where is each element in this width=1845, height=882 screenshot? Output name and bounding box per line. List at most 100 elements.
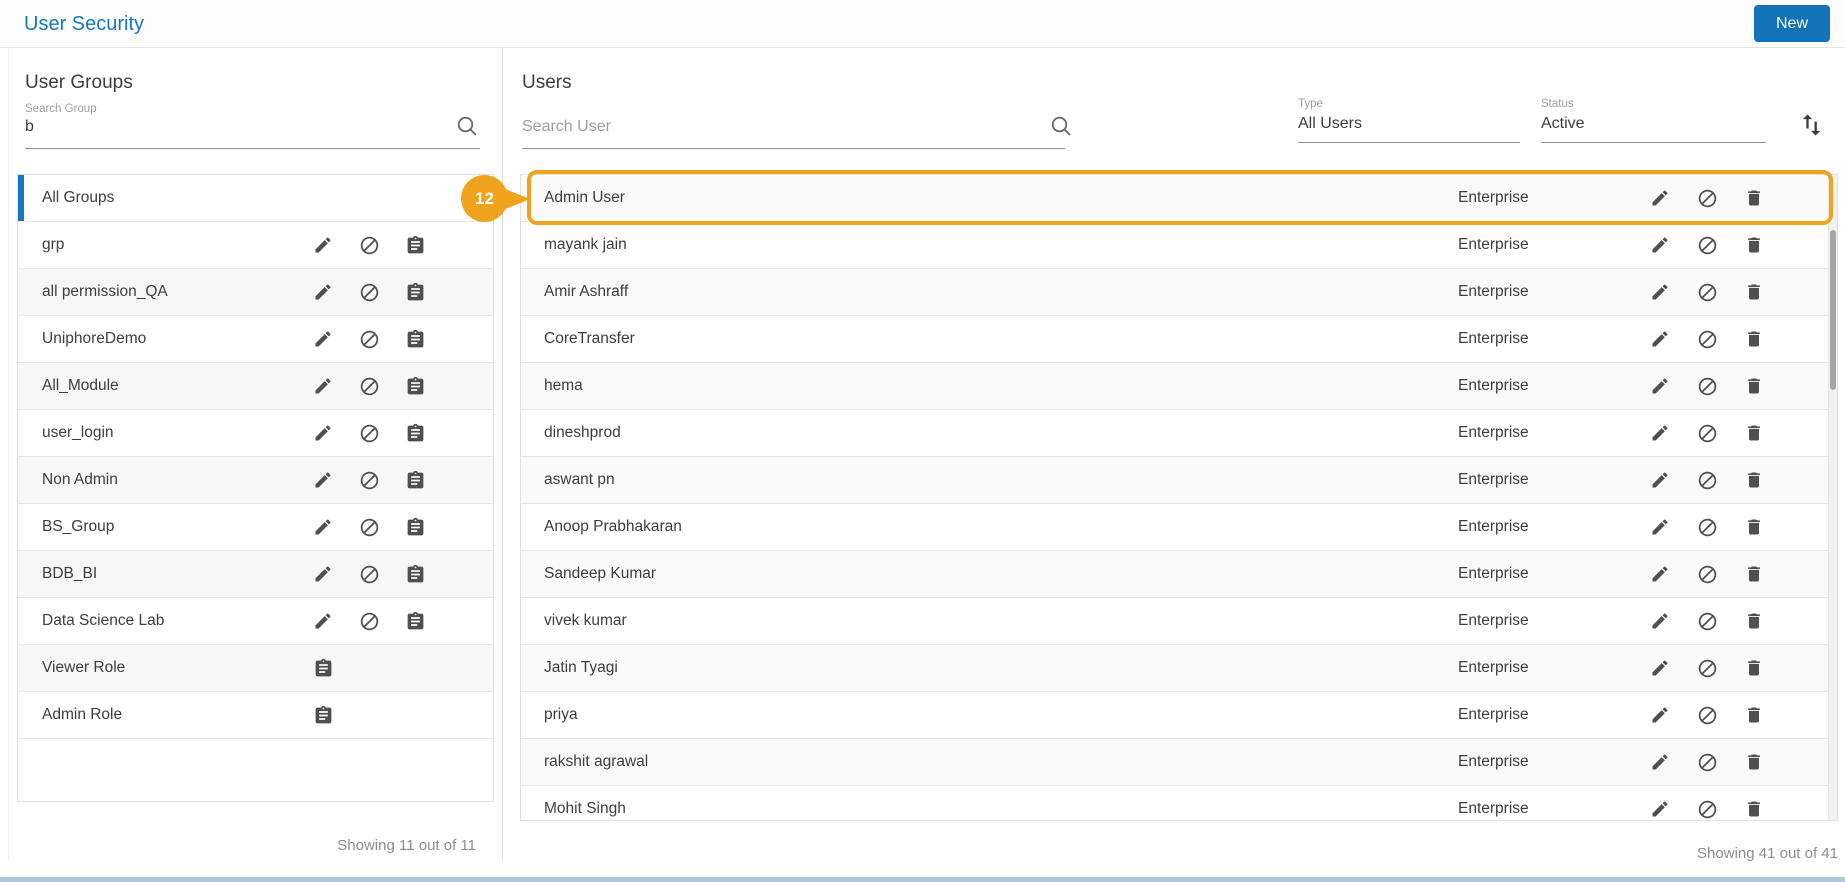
search-icon[interactable] <box>454 114 480 140</box>
group-row[interactable]: BDB_BI <box>18 551 493 598</box>
edit-user-button[interactable] <box>1650 564 1670 584</box>
delete-user-button[interactable] <box>1744 329 1764 349</box>
delete-user-button[interactable] <box>1744 470 1764 490</box>
edit-group-button[interactable] <box>313 235 333 255</box>
user-row[interactable]: Mohit Singh Enterprise <box>521 786 1837 820</box>
group-permissions-button[interactable] <box>405 235 425 255</box>
block-user-button[interactable] <box>1697 799 1717 819</box>
user-row[interactable]: dineshprod Enterprise <box>521 410 1837 457</box>
block-user-button[interactable] <box>1697 752 1717 772</box>
block-group-button[interactable] <box>359 470 379 490</box>
group-row[interactable]: UniphoreDemo <box>18 316 493 363</box>
user-row[interactable]: rakshit agrawal Enterprise <box>521 739 1837 786</box>
group-permissions-button[interactable] <box>313 705 333 725</box>
block-user-button[interactable] <box>1697 282 1717 302</box>
status-filter-dropdown[interactable]: Status Active <box>1541 98 1766 143</box>
block-group-button[interactable] <box>359 564 379 584</box>
user-row[interactable]: CoreTransfer Enterprise <box>521 316 1837 363</box>
user-row[interactable]: Sandeep Kumar Enterprise <box>521 551 1837 598</box>
delete-user-button[interactable] <box>1744 799 1764 819</box>
block-user-button[interactable] <box>1697 235 1717 255</box>
edit-group-button[interactable] <box>313 517 333 537</box>
search-icon[interactable] <box>1048 114 1074 140</box>
group-row[interactable]: all permission_QA <box>18 269 493 316</box>
sort-icon[interactable] <box>1796 110 1826 142</box>
edit-group-button[interactable] <box>313 423 333 443</box>
group-row[interactable]: grp <box>18 222 493 269</box>
scrollbar-track[interactable] <box>1828 175 1837 820</box>
delete-user-button[interactable] <box>1744 376 1764 396</box>
delete-user-button[interactable] <box>1744 564 1764 584</box>
block-group-button[interactable] <box>359 611 379 631</box>
block-group-button[interactable] <box>359 329 379 349</box>
block-user-button[interactable] <box>1697 658 1717 678</box>
edit-group-button[interactable] <box>313 376 333 396</box>
edit-user-button[interactable] <box>1650 423 1670 443</box>
delete-user-button[interactable] <box>1744 235 1764 255</box>
search-user-input[interactable] <box>522 118 952 136</box>
scrollbar-thumb[interactable] <box>1830 230 1836 390</box>
user-row[interactable]: vivek kumar Enterprise <box>521 598 1837 645</box>
edit-user-button[interactable] <box>1650 376 1670 396</box>
group-row[interactable]: user_login <box>18 410 493 457</box>
user-row[interactable]: Admin User Enterprise <box>521 175 1837 222</box>
block-user-button[interactable] <box>1697 423 1717 443</box>
group-permissions-button[interactable] <box>405 611 425 631</box>
group-row[interactable]: All Groups <box>18 175 493 222</box>
new-button[interactable]: New <box>1754 5 1830 42</box>
user-row[interactable]: Amir Ashraff Enterprise <box>521 269 1837 316</box>
group-row[interactable]: All_Module <box>18 363 493 410</box>
edit-user-button[interactable] <box>1650 658 1670 678</box>
edit-user-button[interactable] <box>1650 611 1670 631</box>
edit-user-button[interactable] <box>1650 329 1670 349</box>
group-permissions-button[interactable] <box>405 423 425 443</box>
user-row[interactable]: Anoop Prabhakaran Enterprise <box>521 504 1837 551</box>
delete-user-button[interactable] <box>1744 423 1764 443</box>
edit-user-button[interactable] <box>1650 705 1670 725</box>
group-permissions-button[interactable] <box>405 564 425 584</box>
edit-group-button[interactable] <box>313 611 333 631</box>
block-user-button[interactable] <box>1697 517 1717 537</box>
user-row[interactable]: priya Enterprise <box>521 692 1837 739</box>
group-row[interactable]: BS_Group <box>18 504 493 551</box>
delete-user-button[interactable] <box>1744 705 1764 725</box>
block-user-button[interactable] <box>1697 564 1717 584</box>
delete-user-button[interactable] <box>1744 658 1764 678</box>
edit-user-button[interactable] <box>1650 470 1670 490</box>
edit-user-button[interactable] <box>1650 235 1670 255</box>
group-permissions-button[interactable] <box>405 470 425 490</box>
edit-user-button[interactable] <box>1650 188 1670 208</box>
edit-group-button[interactable] <box>313 564 333 584</box>
block-group-button[interactable] <box>359 423 379 443</box>
block-user-button[interactable] <box>1697 188 1717 208</box>
group-permissions-button[interactable] <box>313 658 333 678</box>
group-row[interactable]: Non Admin <box>18 457 493 504</box>
block-user-button[interactable] <box>1697 329 1717 349</box>
edit-group-button[interactable] <box>313 470 333 490</box>
edit-group-button[interactable] <box>313 282 333 302</box>
block-user-button[interactable] <box>1697 376 1717 396</box>
edit-user-button[interactable] <box>1650 752 1670 772</box>
user-row[interactable]: mayank jain Enterprise <box>521 222 1837 269</box>
block-user-button[interactable] <box>1697 470 1717 490</box>
block-user-button[interactable] <box>1697 611 1717 631</box>
edit-user-button[interactable] <box>1650 282 1670 302</box>
block-user-button[interactable] <box>1697 705 1717 725</box>
user-row[interactable]: Jatin Tyagi Enterprise <box>521 645 1837 692</box>
edit-group-button[interactable] <box>313 329 333 349</box>
block-group-button[interactable] <box>359 517 379 537</box>
user-row[interactable]: hema Enterprise <box>521 363 1837 410</box>
block-group-button[interactable] <box>359 282 379 302</box>
block-group-button[interactable] <box>359 235 379 255</box>
edit-user-button[interactable] <box>1650 517 1670 537</box>
group-row[interactable]: Admin Role <box>18 692 493 739</box>
user-row[interactable]: aswant pn Enterprise <box>521 457 1837 504</box>
type-filter-dropdown[interactable]: Type All Users <box>1298 98 1520 143</box>
block-group-button[interactable] <box>359 376 379 396</box>
group-permissions-button[interactable] <box>405 517 425 537</box>
search-group-input[interactable] <box>25 118 405 136</box>
delete-user-button[interactable] <box>1744 611 1764 631</box>
group-row[interactable]: Data Science Lab <box>18 598 493 645</box>
group-row[interactable]: Viewer Role <box>18 645 493 692</box>
group-permissions-button[interactable] <box>405 329 425 349</box>
